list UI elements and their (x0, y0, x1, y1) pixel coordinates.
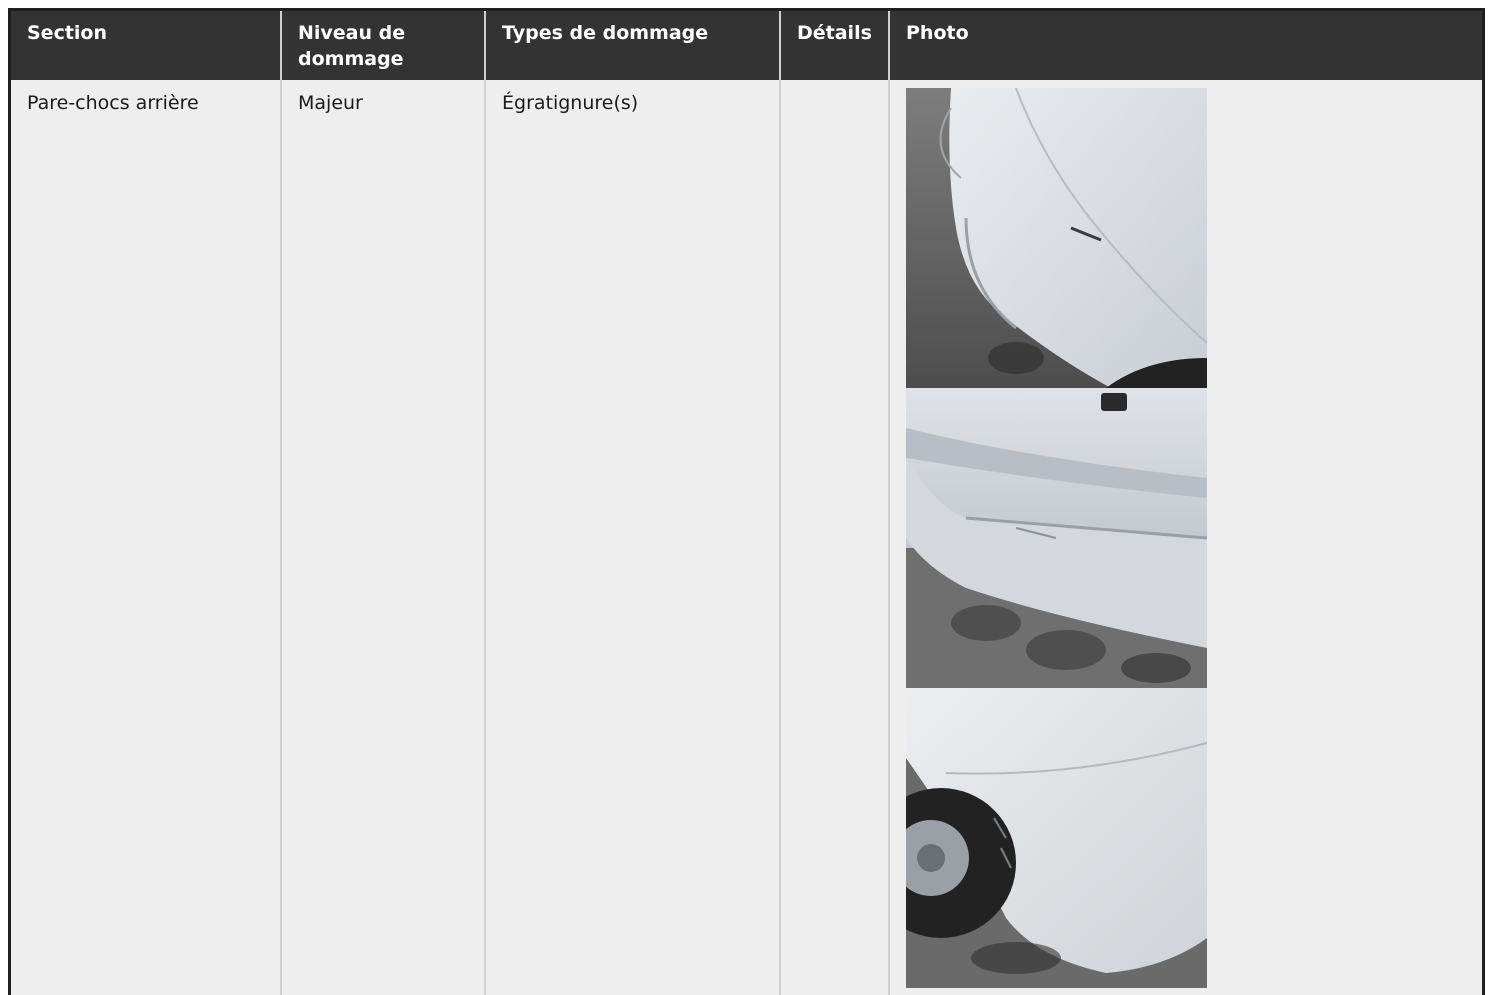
table-row: Pare-chocs arrière Majeur Égratignure(s) (11, 80, 1482, 995)
header-photo: Photo (889, 11, 1482, 80)
table-header-row: Section Niveau de dommage Types de domma… (11, 11, 1482, 80)
cell-damage-level: Majeur (281, 80, 486, 995)
header-damage-types: Types de dommage (485, 11, 781, 80)
header-section: Section (11, 11, 282, 80)
header-damage-level: Niveau de dommage (281, 11, 486, 80)
cell-damage-types: Égratignure(s) (485, 80, 781, 995)
cell-details (780, 80, 890, 995)
cell-section: Pare-chocs arrière (11, 80, 282, 995)
damage-table: Section Niveau de dommage Types de domma… (11, 11, 1482, 995)
cell-photos (889, 80, 1482, 995)
header-details: Détails (780, 11, 890, 80)
car-damage-photo-3[interactable] (906, 688, 1207, 988)
damage-report-table-frame: Section Niveau de dommage Types de domma… (8, 8, 1485, 995)
car-damage-photo-1[interactable] (906, 88, 1207, 388)
car-damage-photo-2[interactable] (906, 388, 1207, 688)
